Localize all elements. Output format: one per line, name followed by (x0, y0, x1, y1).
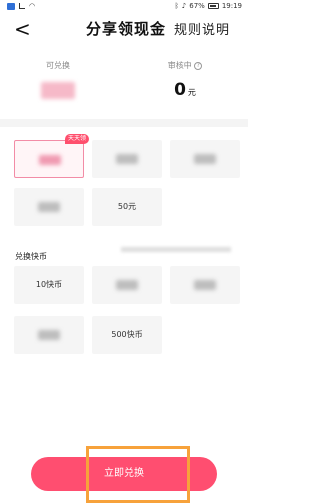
battery-text: 67% (189, 2, 205, 10)
exchange-option-1[interactable]: 天天领 (14, 134, 90, 178)
section-title: 兑换快币 (15, 252, 47, 261)
coin-option-1[interactable]: 10快币 (14, 266, 84, 304)
status-right: ᛒ ♪ 67% 19:19 (175, 2, 242, 10)
wifi-icon: ◠ (29, 2, 36, 10)
status-bar: ◠ ᛒ ♪ 67% 19:19 (0, 0, 248, 12)
back-button[interactable]: < (14, 16, 34, 44)
coin-option-2[interactable] (92, 266, 162, 304)
redeemable-stat: 可兑换 (13, 60, 103, 99)
coin-option-5[interactable]: 500快币 (92, 316, 162, 354)
exchange-option-4[interactable] (14, 188, 84, 226)
option-value-blurred (116, 154, 138, 164)
under-review-stat: 审核中 ? 0元 (140, 60, 230, 100)
daily-badge: 天天领 (65, 134, 90, 144)
exchange-option-2[interactable] (92, 140, 162, 178)
option-value: 500快币 (111, 330, 143, 339)
under-review-value: 0 (174, 80, 186, 100)
bluetooth-icon: ᛒ (174, 2, 179, 10)
under-review-amount: 0元 (140, 80, 230, 100)
coin-option-3[interactable] (170, 266, 240, 304)
coin-exchange-header: 兑换快币 (15, 244, 235, 261)
app-notification-icon (7, 2, 15, 10)
under-review-label: 审核中 ? (140, 60, 230, 72)
cellular-signal-icon (19, 3, 25, 9)
currency-unit: 元 (187, 88, 196, 97)
coin-option-4[interactable] (14, 316, 84, 354)
section-divider (0, 119, 248, 127)
option-value-blurred (38, 202, 60, 212)
redeem-now-button[interactable]: 立即兑换 (31, 457, 217, 491)
option-value: 10快币 (35, 280, 63, 289)
clock: 19:19 (221, 2, 242, 10)
option-value-blurred (116, 280, 138, 290)
status-left: ◠ (7, 2, 35, 10)
rules-link[interactable]: 规则说明 (174, 19, 230, 38)
mute-icon: ♪ (181, 2, 187, 10)
page-title: 分享领现金 (86, 20, 167, 38)
exchange-option-5[interactable]: 50元 (92, 188, 162, 226)
option-value: 50元 (117, 202, 137, 211)
option-value-blurred (194, 154, 216, 164)
option-value-blurred (194, 280, 216, 290)
option-value-blurred (39, 155, 61, 165)
option-value-blurred (38, 330, 60, 340)
section-note-blurred (121, 247, 231, 252)
battery-icon (207, 3, 219, 9)
under-review-text: 审核中 (167, 61, 192, 70)
redeemable-label: 可兑换 (46, 61, 70, 70)
header: < 分享领现金 规则说明 (0, 16, 248, 46)
exchange-option-3[interactable] (170, 140, 240, 178)
redeemable-amount-blurred (41, 82, 75, 99)
balance-stats: 可兑换 审核中 ? 0元 (0, 60, 248, 112)
help-icon[interactable]: ? (194, 61, 203, 70)
